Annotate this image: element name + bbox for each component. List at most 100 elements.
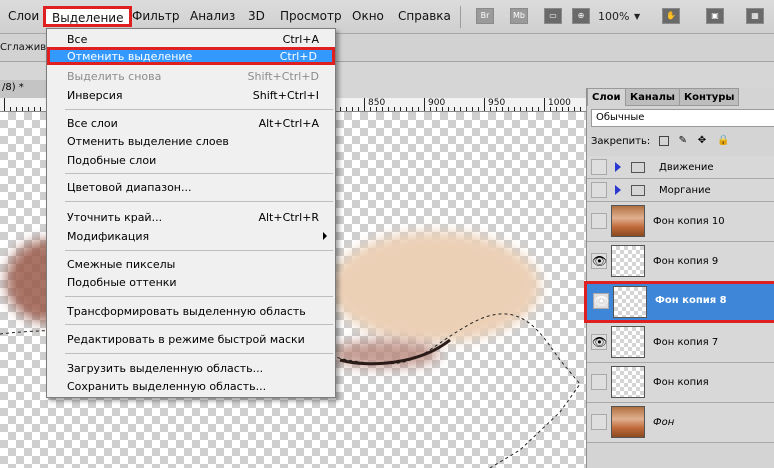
menu-item-all-layers[interactable]: Все слои Alt+Ctrl+A: [49, 115, 333, 133]
ruler-label: 1000: [548, 98, 571, 108]
ruler-tick: [532, 107, 533, 111]
layer-row-copy-9[interactable]: 👁 Фон копия 9: [587, 242, 774, 282]
menu-window[interactable]: Окно: [352, 9, 384, 23]
ruler-tick: [484, 98, 485, 111]
ruler-tick: [34, 107, 35, 111]
menu-analysis[interactable]: Анализ: [190, 9, 235, 23]
visibility-toggle[interactable]: [591, 159, 607, 175]
menu-select[interactable]: Выделение: [43, 6, 133, 27]
menu-item-modify[interactable]: Модификация: [49, 228, 333, 246]
visibility-toggle[interactable]: [591, 414, 607, 430]
ruler-tick: [340, 107, 341, 111]
lock-position-icon[interactable]: ✥: [698, 136, 708, 146]
menu-layers[interactable]: Слои: [8, 9, 39, 23]
menu-item-save-selection[interactable]: Сохранить выделенную область...: [49, 378, 333, 396]
layer-thumbnail: [611, 205, 645, 237]
bridge-icon[interactable]: Br: [476, 8, 494, 24]
visibility-toggle[interactable]: [591, 213, 607, 229]
menu-item-similar-layers[interactable]: Подобные слои: [49, 152, 333, 170]
menu-filter[interactable]: Фильтр: [132, 9, 179, 23]
ruler-tick: [388, 107, 389, 111]
ruler-tick: [514, 107, 515, 111]
lock-label: Закрепить:: [591, 136, 651, 147]
ruler-tick: [580, 107, 581, 111]
mini-bridge-icon[interactable]: Mb: [510, 8, 528, 24]
hand-tool-icon[interactable]: ✋: [662, 8, 680, 24]
ruler-tick: [418, 107, 419, 111]
menu-item-deselect[interactable]: Отменить выделение Ctrl+D: [47, 47, 335, 65]
zoom-tool-icon[interactable]: ⊕: [572, 8, 590, 24]
menu-item-inverse[interactable]: Инверсия Shift+Ctrl+I: [49, 87, 333, 105]
layers-list: Движение Моргание Фон копия 10 👁 Фон коп…: [584, 152, 774, 468]
lock-pixels-icon[interactable]: ✎: [679, 136, 689, 146]
ruler-tick: [526, 107, 527, 111]
ruler-tick: [400, 107, 401, 111]
ruler-tick: [16, 107, 17, 111]
ruler-tick: [538, 107, 539, 111]
layer-row-background[interactable]: Фон: [587, 403, 774, 443]
ruler-label: 900: [428, 98, 446, 108]
menu-view[interactable]: Просмотр: [280, 9, 342, 23]
tab-channels[interactable]: Каналы: [625, 88, 680, 106]
layer-row-copy[interactable]: Фон копия: [587, 363, 774, 403]
zoom-dropdown-icon[interactable]: ▼: [634, 12, 640, 21]
visibility-toggle[interactable]: [591, 374, 607, 390]
layer-row-copy-8[interactable]: 👁 Фон копия 8: [584, 281, 774, 323]
folder-icon: [631, 185, 645, 196]
menu-separator: [65, 109, 333, 110]
zoom-level[interactable]: 100%: [598, 10, 629, 23]
layer-name: Фон копия 10: [653, 216, 725, 227]
menu-item-quick-mask[interactable]: Редактировать в режиме быстрой маски: [49, 331, 333, 349]
ruler-label: 950: [488, 98, 506, 108]
ruler-tick: [10, 107, 11, 111]
expand-triangle-icon[interactable]: [615, 162, 621, 172]
layer-row-copy-7[interactable]: 👁 Фон копия 7: [587, 323, 774, 363]
ruler-tick: [364, 98, 365, 111]
eye-icon[interactable]: 👁: [593, 293, 609, 309]
tab-paths[interactable]: Контуры: [679, 88, 740, 106]
ruler-tick: [574, 107, 575, 111]
document-tab[interactable]: /8) *: [0, 80, 48, 98]
menu-item-transform-selection[interactable]: Трансформировать выделенную область: [49, 303, 333, 321]
layer-name: Фон копия 9: [653, 256, 719, 267]
layer-row-group-blink[interactable]: Моргание: [587, 179, 774, 202]
layers-panel: Слои Каналы Контуры Обычные Закрепить: ✎…: [584, 88, 774, 468]
ruler-tick: [544, 98, 545, 111]
film-icon[interactable]: ▭: [544, 8, 562, 24]
ruler-tick: [412, 107, 413, 111]
eye-icon[interactable]: 👁: [591, 253, 607, 269]
menu-item-grow[interactable]: Смежные пикселы: [49, 256, 333, 274]
lock-all-icon[interactable]: 🔒: [717, 136, 729, 146]
menu-item-similar[interactable]: Подобные оттенки: [49, 274, 333, 292]
layer-thumbnail: [611, 366, 645, 398]
layer-row-group-motion[interactable]: Движение: [587, 156, 774, 179]
antialias-label[interactable]: Сглажив: [0, 42, 46, 53]
menu-item-load-selection[interactable]: Загрузить выделенную область...: [49, 360, 333, 378]
menu-separator: [65, 324, 333, 325]
expand-triangle-icon[interactable]: [615, 185, 621, 195]
menu-separator: [65, 296, 333, 297]
tab-layers[interactable]: Слои: [587, 88, 626, 106]
menu-3d[interactable]: 3D: [248, 9, 265, 23]
menu-help[interactable]: Справка: [398, 9, 451, 23]
lock-transparency-icon[interactable]: [659, 136, 670, 146]
menu-item-color-range[interactable]: Цветовой диапазон...: [49, 179, 333, 197]
menu-item-refine-edge[interactable]: Уточнить край... Alt+Ctrl+R: [49, 209, 333, 227]
ruler-tick: [520, 107, 521, 111]
ruler-tick: [352, 107, 353, 111]
arrange-icon[interactable]: ▦: [746, 8, 764, 24]
layer-row-copy-10[interactable]: Фон копия 10: [587, 202, 774, 242]
layer-name: Фон копия 8: [655, 295, 727, 306]
layer-name: Моргание: [659, 185, 711, 196]
visibility-toggle[interactable]: [591, 182, 607, 198]
eye-icon[interactable]: 👁: [591, 334, 607, 350]
ruler-tick: [40, 107, 41, 111]
menu-separator: [460, 6, 461, 28]
screen-mode-icon[interactable]: ▣: [706, 8, 724, 24]
menu-item-deselect-layers[interactable]: Отменить выделение слоев: [49, 133, 333, 151]
ruler-tick: [346, 107, 347, 111]
ruler-tick: [22, 107, 23, 111]
blend-mode-select[interactable]: Обычные: [591, 109, 774, 127]
lock-row: Закрепить: ✎ ✥ 🔒: [591, 136, 729, 148]
ruler-tick: [478, 107, 479, 111]
